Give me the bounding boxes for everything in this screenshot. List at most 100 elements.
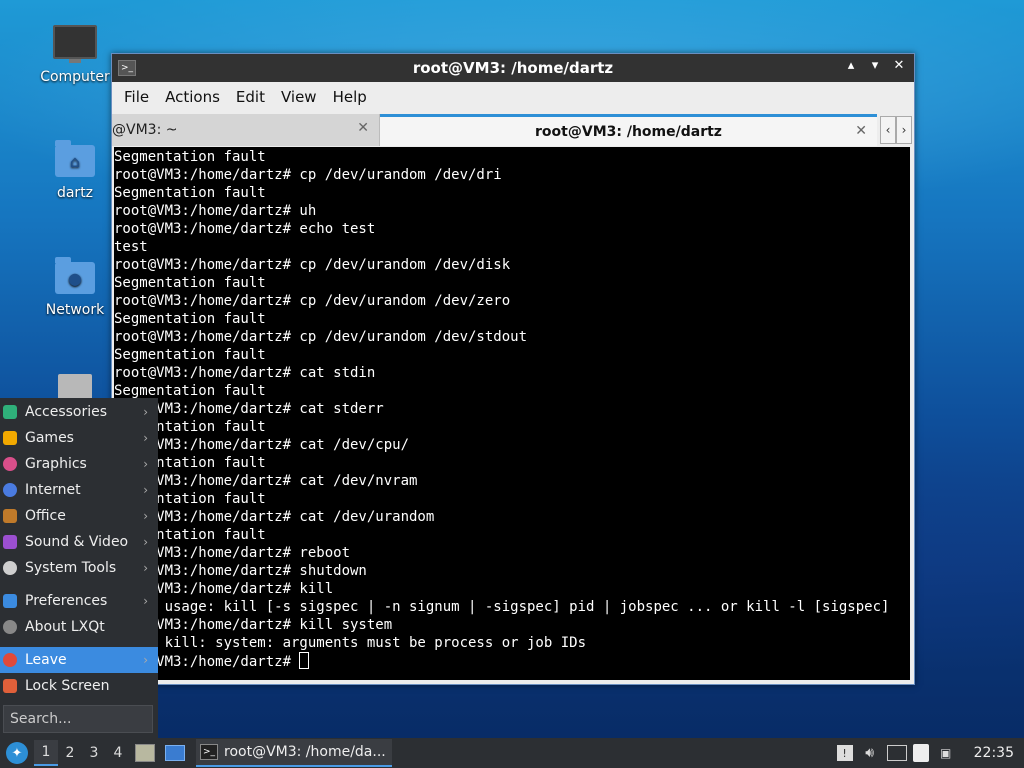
info-icon <box>3 620 17 634</box>
maximize-button[interactable]: ▾ <box>868 58 882 73</box>
chevron-right-icon: › <box>143 509 148 523</box>
network-icon[interactable] <box>886 745 907 761</box>
menu-games[interactable]: Games › <box>0 425 158 451</box>
tab-scroll-left-icon[interactable]: ‹ <box>880 116 896 144</box>
menu-file[interactable]: File <box>116 88 157 106</box>
tab-dartz[interactable]: root@VM3: /home/dartz ✕ <box>380 114 877 146</box>
menu-view[interactable]: View <box>273 88 325 106</box>
accessories-icon <box>3 405 17 419</box>
menu-internet[interactable]: Internet › <box>0 477 158 503</box>
tab-close-icon[interactable]: ✕ <box>357 120 369 136</box>
terminal-output[interactable]: Segmentation fault root@VM3:/home/dartz# … <box>114 147 910 680</box>
chevron-right-icon: › <box>143 483 148 497</box>
window-title: root@VM3: /home/dartz <box>412 59 614 77</box>
menu-system-tools[interactable]: System Tools › <box>0 555 158 581</box>
preferences-icon <box>3 594 17 608</box>
tab-scroll-right-icon[interactable]: › <box>896 116 912 144</box>
chevron-right-icon: › <box>143 457 148 471</box>
menu-item-label: Games <box>25 430 74 446</box>
terminal-line: root@VM3:/home/dartz# cat stderr <box>114 401 384 417</box>
terminal-line: root@VM3:/home/dartz# shutdown <box>114 563 367 579</box>
terminal-lines: Segmentation fault root@VM3:/home/dartz# … <box>114 147 910 671</box>
menu-sound-video[interactable]: Sound & Video › <box>0 529 158 555</box>
terminal-line: root@VM3:/home/dartz# echo test <box>114 221 376 237</box>
terminal-line: Segmentation fault <box>114 491 266 507</box>
internet-icon <box>3 483 17 497</box>
task-label: root@VM3: /home/da... <box>224 744 386 760</box>
desktop-switch-3[interactable]: 3 <box>82 740 106 766</box>
tab-bar: @VM3: ~ ✕ root@VM3: /home/dartz ✕ ‹ › <box>112 112 914 146</box>
terminal-line: bash: kill: system: arguments must be pr… <box>114 635 587 651</box>
close-button[interactable]: ✕ <box>892 58 906 73</box>
terminal-line: root@VM3:/home/dartz# cat /dev/nvram <box>114 473 418 489</box>
chevron-right-icon: › <box>143 431 148 445</box>
terminal-cursor <box>299 652 310 669</box>
show-desktop-button[interactable] <box>163 742 187 764</box>
menu-graphics[interactable]: Graphics › <box>0 451 158 477</box>
menu-search-input[interactable]: Search... <box>3 705 153 733</box>
games-icon <box>3 431 17 445</box>
taskbar-task-terminal[interactable]: >_ root@VM3: /home/da... <box>196 739 392 767</box>
desktop-switch-2[interactable]: 2 <box>58 740 82 766</box>
terminal-line: root@VM3:/home/dartz# kill <box>114 581 334 597</box>
desktop-switch-1[interactable]: 1 <box>34 740 58 766</box>
menu-actions[interactable]: Actions <box>157 88 228 106</box>
desktop-icon-label: Computer <box>40 69 110 85</box>
menu-lock-screen[interactable]: Lock Screen <box>0 673 158 699</box>
display-icon[interactable]: ▣ <box>935 742 957 764</box>
lock-icon <box>3 679 17 693</box>
desktop-icon-label: Network <box>45 302 105 318</box>
tab-close-icon[interactable]: ✕ <box>855 123 867 139</box>
terminal-line: root@VM3:/home/dartz# cp /dev/urandom /d… <box>114 293 511 309</box>
menu-item-label: Office <box>25 508 66 524</box>
terminal-line: Segmentation fault <box>114 455 266 471</box>
menu-item-label: About LXQt <box>25 619 105 635</box>
graphics-icon <box>3 457 17 471</box>
window-titlebar[interactable]: >_ root@VM3: /home/dartz ▴ ▾ ✕ <box>112 54 914 82</box>
office-icon <box>3 509 17 523</box>
terminal-line: root@VM3:/home/dartz# cp /dev/urandom /d… <box>114 329 528 345</box>
chevron-right-icon: › <box>143 535 148 549</box>
menu-item-label: Internet <box>25 482 81 498</box>
menu-preferences[interactable]: Preferences › <box>0 588 158 614</box>
desktop-switch-4[interactable]: 4 <box>106 740 130 766</box>
tab-home[interactable]: @VM3: ~ ✕ <box>112 114 380 146</box>
desktop-icon-computer[interactable]: Computer <box>35 25 115 85</box>
chevron-right-icon: › <box>143 405 148 419</box>
terminal-line: root@VM3:/home/dartz# cp /dev/urandom /d… <box>114 257 511 273</box>
clipboard-icon[interactable] <box>912 744 929 762</box>
menu-item-label: Leave <box>25 652 67 668</box>
terminal-line: Segmentation fault <box>114 527 266 543</box>
network-folder-icon: ● <box>55 257 95 294</box>
minimize-button[interactable]: ▴ <box>844 58 858 73</box>
menu-item-label: System Tools <box>25 560 117 576</box>
desktop-icon-network[interactable]: ● Network <box>35 257 115 318</box>
menu-accessories[interactable]: Accessories › <box>0 399 158 425</box>
terminal-line: Segmentation fault <box>114 347 266 363</box>
menu-office[interactable]: Office › <box>0 503 158 529</box>
file-manager-launcher[interactable] <box>133 742 157 764</box>
application-menu: Accessories › Games › Graphics › Interne… <box>0 398 158 738</box>
system-tray: ! 🔊︎ ▣ 22:35 <box>834 738 1024 768</box>
terminal-line: root@VM3:/home/dartz# kill system <box>114 617 393 633</box>
volume-icon[interactable]: 🔊︎ <box>859 742 881 764</box>
menu-item-label: Preferences <box>25 593 108 609</box>
terminal-line: root@VM3:/home/dartz# <box>114 652 910 671</box>
terminal-line: root@VM3:/home/dartz# uh <box>114 203 317 219</box>
menu-edit[interactable]: Edit <box>228 88 273 106</box>
chevron-right-icon: › <box>143 594 148 608</box>
menu-help[interactable]: Help <box>325 88 375 106</box>
menu-about-lxqt[interactable]: About LXQt <box>0 614 158 640</box>
terminal-line: Segmentation fault <box>114 419 266 435</box>
computer-icon <box>53 25 97 63</box>
lxqt-start-menu-button[interactable]: ✦ <box>6 742 28 764</box>
system-tools-icon <box>3 561 17 575</box>
terminal-line: Segmentation fault <box>114 311 266 327</box>
menu-item-label: Graphics <box>25 456 87 472</box>
notification-icon[interactable]: ! <box>836 745 853 761</box>
desktop-icon-dartz[interactable]: ⌂ dartz <box>35 140 115 201</box>
clock[interactable]: 22:35 <box>974 745 1014 761</box>
terminal-line: root@VM3:/home/dartz# cat /dev/cpu/ <box>114 437 410 453</box>
menu-leave[interactable]: Leave › <box>0 647 158 673</box>
terminal-line: kill: usage: kill [-s sigspec | -n signu… <box>114 599 890 615</box>
